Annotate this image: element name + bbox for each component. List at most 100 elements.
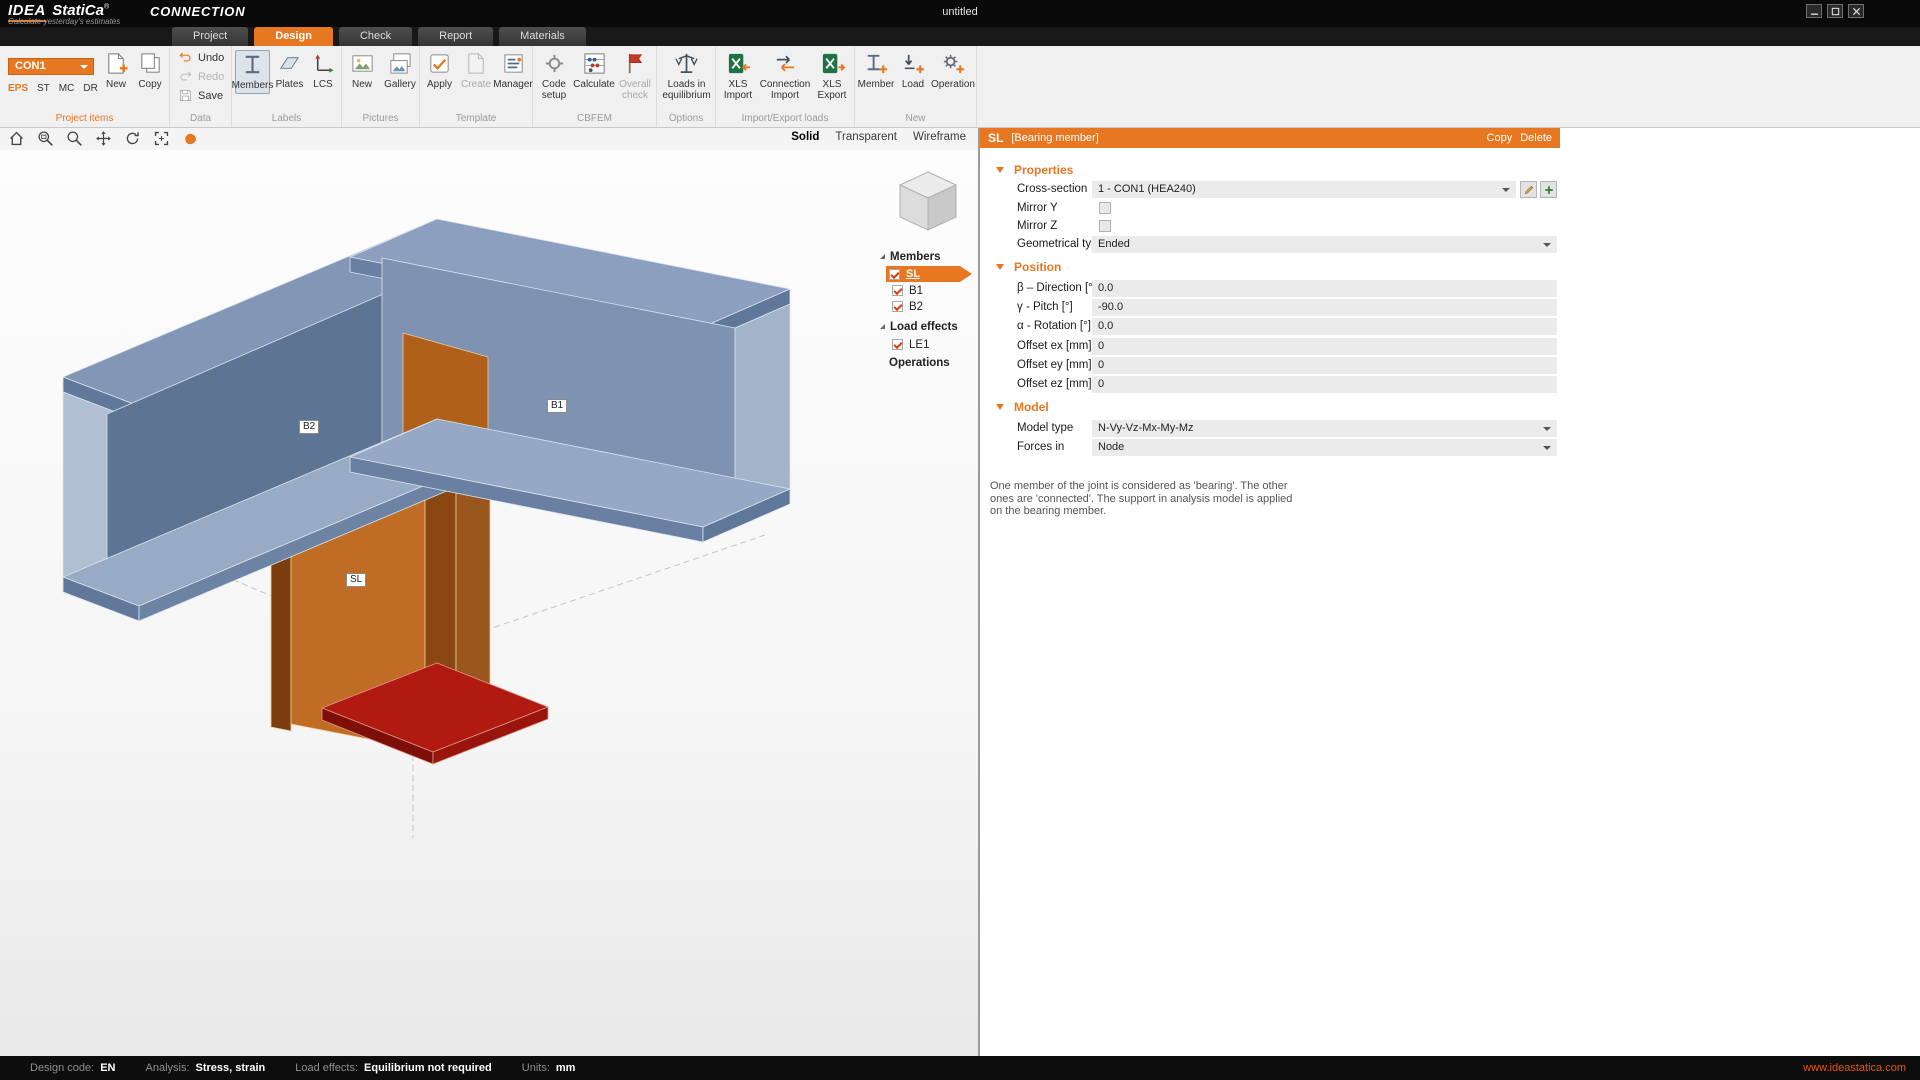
model-type-select[interactable]: N-Vy-Vz-Mx-My-Mz <box>1092 420 1557 437</box>
calculate-button[interactable]: Calculate <box>574 51 614 90</box>
loads-in-equilibrium-button[interactable]: Loads in equilibrium <box>659 51 714 101</box>
button-label: Connection Import <box>760 79 811 101</box>
button-label: LCS <box>313 79 332 90</box>
member-label-b1[interactable]: B1 <box>547 399 567 413</box>
sl-left-flange[interactable] <box>271 548 291 731</box>
pan-icon[interactable] <box>95 130 112 147</box>
picture-gallery-button[interactable]: Gallery <box>381 51 419 90</box>
view-mode-solid[interactable]: Solid <box>791 131 819 143</box>
tree-header-members[interactable]: Members <box>880 249 941 264</box>
checkbox-checked-icon[interactable] <box>892 339 903 350</box>
offset-ez-input[interactable] <box>1092 376 1557 393</box>
group-label: Options <box>657 113 715 124</box>
button-label: Apply <box>427 79 452 90</box>
tab-design[interactable]: Design <box>254 27 333 46</box>
tab-materials[interactable]: Materials <box>499 27 586 46</box>
redo-button[interactable]: Redo <box>178 69 231 84</box>
tree-item-b2[interactable]: B2 <box>892 299 923 314</box>
alpha-rotation-input[interactable] <box>1092 318 1557 335</box>
minimize-button[interactable] <box>1806 4 1822 18</box>
rotate-view-icon[interactable] <box>124 130 141 147</box>
tree-header-operations[interactable]: Operations <box>889 355 950 370</box>
view-mode-wireframe[interactable]: Wireframe <box>913 131 966 143</box>
zoom-icon[interactable] <box>66 130 83 147</box>
template-create-button[interactable]: Create <box>458 51 494 90</box>
project-item-select[interactable]: CON1 <box>8 58 94 75</box>
edit-cross-section-button[interactable] <box>1520 181 1537 198</box>
undo-button[interactable]: Undo <box>178 50 231 65</box>
tree-item-sl-selected[interactable]: SL <box>886 266 972 282</box>
cross-section-select[interactable]: 1 - CON1 (HEA240) <box>1092 181 1516 198</box>
code-setup-button[interactable]: Code setup <box>535 51 573 101</box>
maximize-button[interactable] <box>1827 4 1843 18</box>
overall-check-button[interactable]: Overall check <box>615 51 655 101</box>
new-load-button[interactable]: Load <box>896 51 930 90</box>
save-button[interactable]: Save <box>178 88 231 103</box>
gamma-pitch-label: γ - Pitch [°] <box>1017 299 1073 316</box>
tab-check[interactable]: Check <box>339 27 412 46</box>
copy-project-item-button[interactable]: Copy <box>134 51 166 90</box>
tree-item-le1[interactable]: LE1 <box>892 337 929 352</box>
tree-item-b1[interactable]: B1 <box>892 283 923 298</box>
add-cross-section-button[interactable] <box>1540 181 1557 198</box>
template-manager-button[interactable]: Manager <box>494 51 532 90</box>
labels-members-toggle[interactable]: Members <box>235 50 270 94</box>
ribbon-group-data: Undo Redo Save Data <box>170 46 232 127</box>
checkbox-checked-icon[interactable] <box>889 269 900 280</box>
mode-eps[interactable]: EPS <box>8 83 28 94</box>
xls-import-button[interactable]: XLS Import <box>716 51 760 101</box>
panel-copy-button[interactable]: Copy <box>1487 132 1513 144</box>
mirror-y-checkbox[interactable] <box>1099 202 1111 214</box>
chevron-down-icon <box>1543 243 1551 247</box>
render-blob-icon[interactable] <box>182 130 199 147</box>
view-mode-switch: Solid Transparent Wireframe <box>791 131 966 143</box>
offset-ex-input[interactable] <box>1092 338 1557 355</box>
tree-header-load-effects[interactable]: Load effects <box>880 319 958 334</box>
section-title: Position <box>1014 260 1061 274</box>
tab-report[interactable]: Report <box>418 27 493 46</box>
nav-cube[interactable] <box>893 166 963 236</box>
template-apply-button[interactable]: Apply <box>422 51 457 90</box>
excel-export-icon <box>820 51 845 76</box>
connection-import-button[interactable]: Connection Import <box>760 51 810 101</box>
button-label: Undo <box>198 52 224 64</box>
offset-ey-input[interactable] <box>1092 357 1557 374</box>
home-view-icon[interactable] <box>8 130 25 147</box>
new-member-button[interactable]: Member <box>857 51 895 90</box>
checkbox-checked-icon[interactable] <box>892 285 903 296</box>
section-model[interactable]: Model <box>996 399 1049 415</box>
button-label: Overall check <box>615 79 655 101</box>
mode-dr[interactable]: DR <box>83 83 97 94</box>
view-mode-transparent[interactable]: Transparent <box>835 131 897 143</box>
model-type-label: Model type <box>1017 420 1073 437</box>
offset-ex-label: Offset ex [mm] <box>1017 338 1092 355</box>
xls-export-button[interactable]: XLS Export <box>810 51 854 101</box>
close-button[interactable] <box>1848 4 1864 18</box>
zoom-window-icon[interactable] <box>37 130 54 147</box>
member-label-b2[interactable]: B2 <box>299 420 319 434</box>
bearing-member-info: One member of the joint is considered as… <box>990 480 1304 518</box>
status-design-code: Design code: EN <box>30 1062 116 1074</box>
gamma-pitch-input[interactable] <box>1092 299 1557 316</box>
forces-in-select[interactable]: Node <box>1092 439 1557 456</box>
labels-lcs-toggle[interactable]: LCS <box>308 51 338 90</box>
panel-delete-button[interactable]: Delete <box>1520 132 1552 144</box>
section-position[interactable]: Position <box>996 259 1061 275</box>
3d-viewport[interactable]: B2 B1 SL Members SL B1 B2 <box>0 150 978 1056</box>
status-value: Stress, strain <box>196 1062 266 1074</box>
checkbox-checked-icon[interactable] <box>892 301 903 312</box>
mode-mc[interactable]: MC <box>59 83 75 94</box>
geometrical-type-select[interactable]: Ended <box>1092 236 1557 253</box>
section-properties[interactable]: Properties <box>996 162 1073 178</box>
website-link[interactable]: www.ideastatica.com <box>1803 1062 1906 1074</box>
mode-st[interactable]: ST <box>37 83 50 94</box>
tab-project[interactable]: Project <box>172 27 248 46</box>
labels-plates-toggle[interactable]: Plates <box>273 51 306 90</box>
picture-new-button[interactable]: New <box>344 51 380 90</box>
member-label-sl[interactable]: SL <box>346 573 366 587</box>
new-project-item-button[interactable]: New <box>100 51 132 90</box>
new-operation-button[interactable]: Operation <box>931 51 975 90</box>
zoom-fit-icon[interactable] <box>153 130 170 147</box>
beta-direction-input[interactable] <box>1092 280 1557 297</box>
mirror-z-checkbox[interactable] <box>1099 220 1111 232</box>
